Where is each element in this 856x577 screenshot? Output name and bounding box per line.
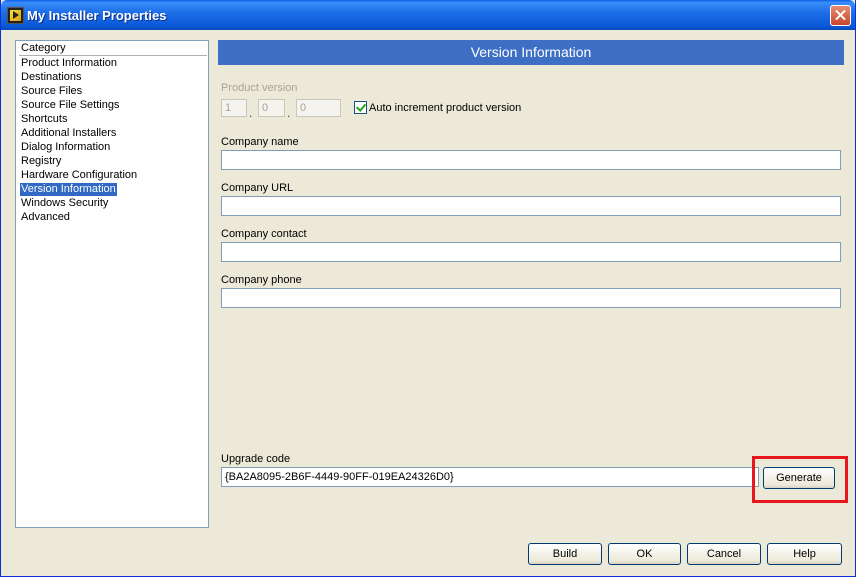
version-separator: .	[249, 106, 253, 120]
auto-increment-label[interactable]: Auto increment product version	[369, 102, 521, 114]
version-minor-field[interactable]: 0	[258, 99, 285, 117]
product-version-label: Product version	[221, 82, 298, 94]
section-title: Version Information	[218, 40, 844, 65]
company-url-field[interactable]	[221, 196, 841, 216]
ok-button[interactable]: OK	[608, 543, 681, 565]
help-button[interactable]: Help	[767, 543, 842, 565]
category-header: Category	[19, 42, 207, 56]
version-major-field[interactable]: 1	[221, 99, 247, 117]
sidebar-item-windows-security[interactable]: Windows Security	[20, 197, 109, 210]
company-phone-field[interactable]	[221, 288, 841, 308]
auto-increment-checkbox[interactable]	[354, 101, 367, 114]
window-title: My Installer Properties	[27, 8, 167, 23]
version-separator: .	[287, 106, 291, 120]
upgrade-code-field[interactable]: {BA2A8095-2B6F-4449-90FF-019EA24326D0}	[221, 467, 759, 487]
company-contact-field[interactable]	[221, 242, 841, 262]
sidebar-item-dialog-information[interactable]: Dialog Information	[20, 141, 111, 154]
build-button[interactable]: Build	[528, 543, 602, 565]
version-fix-field[interactable]: 0	[296, 99, 341, 117]
sidebar-item-source-file-settings[interactable]: Source File Settings	[20, 99, 120, 112]
company-url-label: Company URL	[221, 182, 294, 194]
sidebar-item-shortcuts[interactable]: Shortcuts	[20, 113, 68, 126]
upgrade-code-label: Upgrade code	[221, 453, 291, 465]
sidebar-item-source-files[interactable]: Source Files	[20, 85, 83, 98]
sidebar-item-registry[interactable]: Registry	[20, 155, 62, 168]
installer-properties-window: My Installer Properties Category Product…	[0, 0, 856, 577]
cancel-button[interactable]: Cancel	[687, 543, 761, 565]
company-name-field[interactable]	[221, 150, 841, 170]
close-button[interactable]	[830, 5, 851, 26]
sidebar-item-version-information[interactable]: Version Information	[20, 183, 117, 196]
sidebar-item-hardware-configuration[interactable]: Hardware Configuration	[20, 169, 138, 182]
company-phone-label: Company phone	[221, 274, 302, 286]
company-name-label: Company name	[221, 136, 299, 148]
company-contact-label: Company contact	[221, 228, 307, 240]
sidebar-item-additional-installers[interactable]: Additional Installers	[20, 127, 117, 140]
title-bar[interactable]: My Installer Properties	[1, 0, 855, 30]
sidebar-item-destinations[interactable]: Destinations	[20, 71, 83, 84]
labview-app-icon[interactable]	[7, 7, 24, 24]
category-list[interactable]: Category Product Information Destination…	[15, 40, 209, 528]
generate-highlight-box	[752, 456, 848, 503]
sidebar-item-advanced[interactable]: Advanced	[20, 211, 71, 224]
sidebar-item-product-information[interactable]: Product Information	[20, 57, 118, 70]
